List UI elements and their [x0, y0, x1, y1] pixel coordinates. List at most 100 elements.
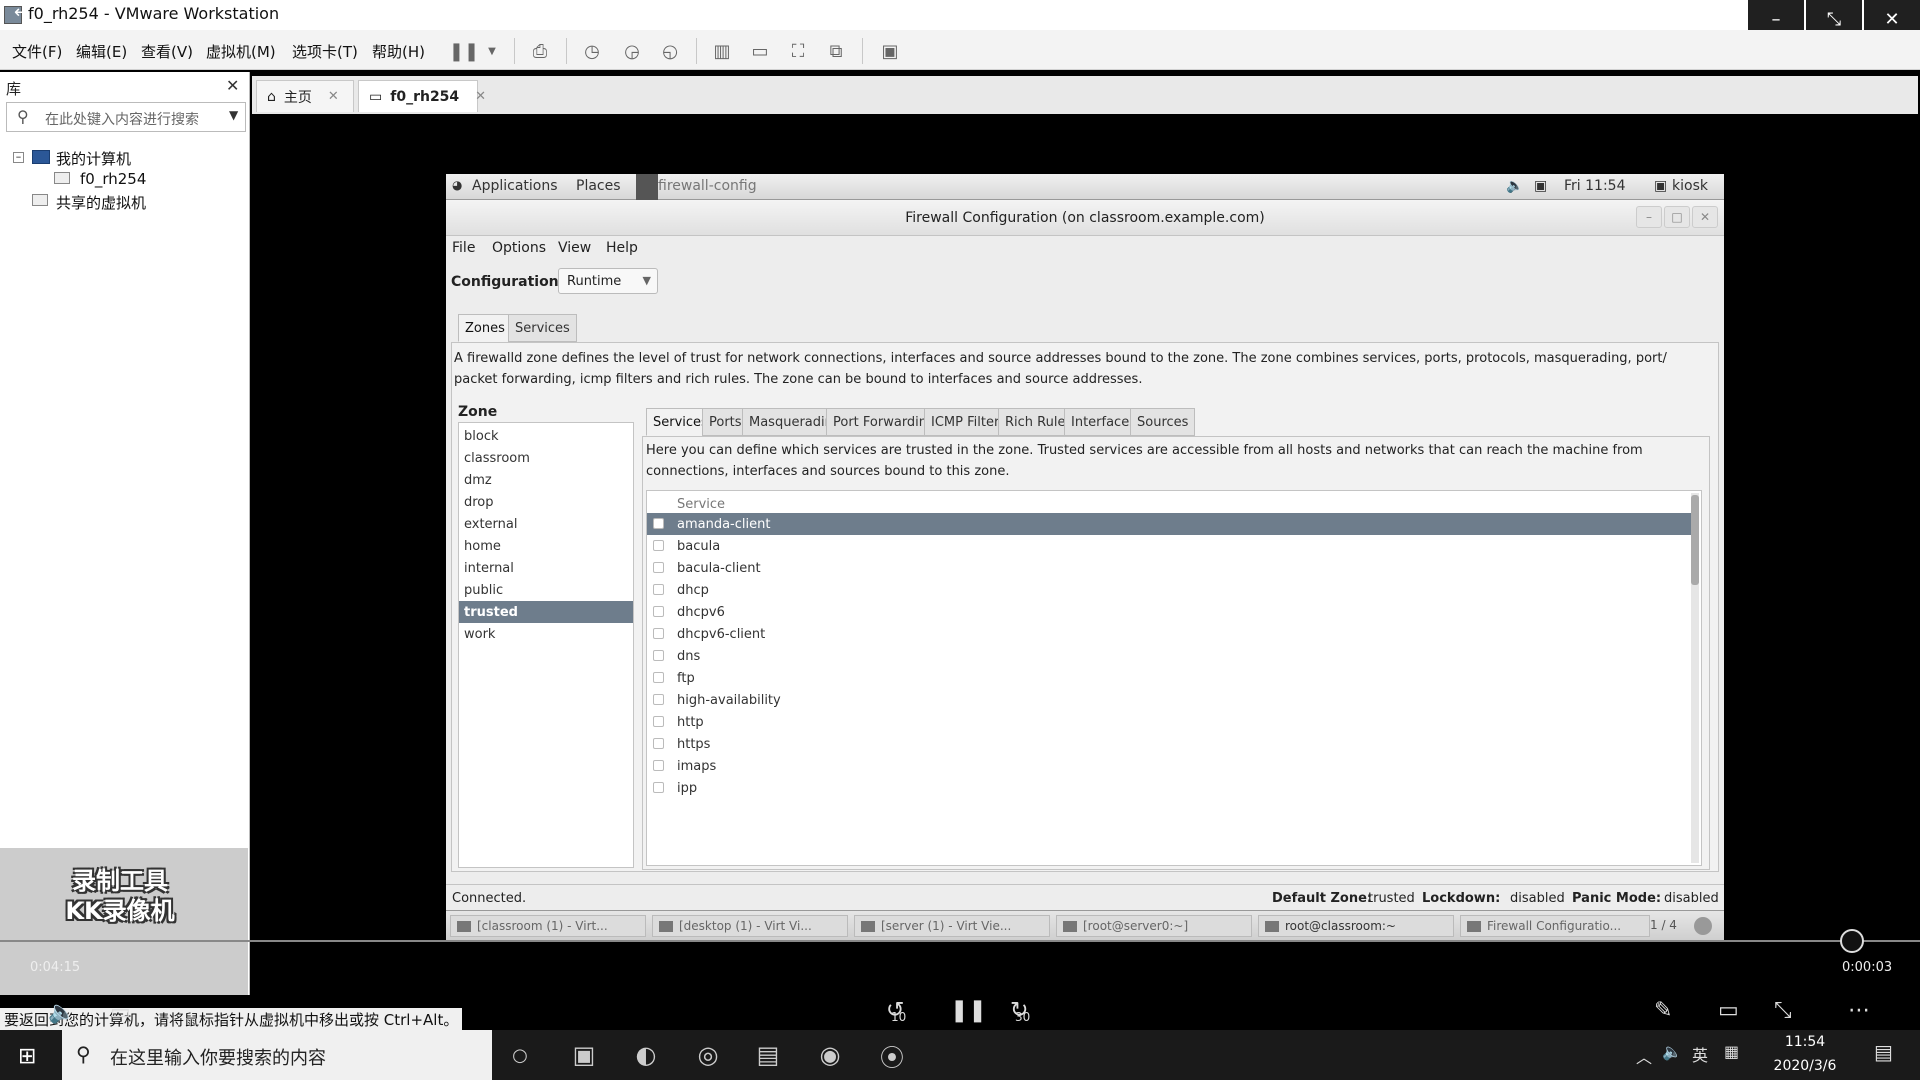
ime-icon[interactable]: ▦: [1724, 1042, 1739, 1061]
screen-icon[interactable]: ▭: [1718, 998, 1739, 1023]
service-row-ftp[interactable]: ftp: [647, 667, 1691, 689]
service-checkbox[interactable]: [653, 650, 664, 661]
menu-vm[interactable]: 虚拟机(M): [206, 41, 276, 62]
wechat-icon[interactable]: ◎: [690, 1038, 726, 1072]
service-checkbox[interactable]: [653, 760, 664, 771]
menu-file[interactable]: 文件(F): [12, 41, 62, 62]
service-checkbox[interactable]: [653, 716, 664, 727]
service-checkbox[interactable]: [653, 672, 664, 683]
menu-tabs[interactable]: 选项卡(T): [292, 41, 358, 62]
window-list-item-active[interactable]: Firewall Configuratio...: [1460, 915, 1650, 937]
service-row-imaps[interactable]: imaps: [647, 755, 1691, 777]
service-row-amanda-client[interactable]: amanda-client: [647, 513, 1691, 535]
services-scrollbar[interactable]: [1691, 493, 1699, 863]
start-icon[interactable]: ⊞: [18, 1044, 36, 1069]
configuration-select[interactable]: Runtime ▼: [558, 268, 658, 294]
window-list-item[interactable]: root@classroom:~: [1258, 915, 1454, 937]
power-dropdown-icon[interactable]: ▼: [478, 38, 506, 64]
thumbnail-bar-icon[interactable]: ▭: [746, 38, 774, 64]
zone-item-drop[interactable]: drop: [459, 491, 633, 513]
workspace-indicator[interactable]: 1 / 4: [1650, 918, 1677, 932]
fw-menu-view[interactable]: View: [558, 240, 591, 256]
service-row-bacula-client[interactable]: bacula-client: [647, 557, 1691, 579]
applications-menu[interactable]: Applications: [472, 178, 558, 194]
send-keys-icon[interactable]: ⎙: [526, 38, 554, 64]
zone-item-internal[interactable]: internal: [459, 557, 633, 579]
window-list-item[interactable]: [server (1) - Virt Vie...: [854, 915, 1050, 937]
service-row-bacula[interactable]: bacula: [647, 535, 1691, 557]
zone-item-block[interactable]: block: [459, 425, 633, 447]
volume-icon[interactable]: 🔈: [1506, 178, 1523, 194]
vmware-taskbar-icon[interactable]: ▤: [750, 1038, 786, 1072]
fullscreen-icon[interactable]: ⛶: [784, 38, 812, 64]
service-row-dns[interactable]: dns: [647, 645, 1691, 667]
console-view-icon[interactable]: ▣: [876, 38, 904, 64]
service-row-https[interactable]: https: [647, 733, 1691, 755]
tab-vm[interactable]: ▭ f0_rh254 ✕: [358, 80, 486, 112]
snapshot-manager-icon[interactable]: ◵: [656, 38, 684, 64]
subtab-sources[interactable]: Sources: [1130, 408, 1196, 436]
tree-item-shared[interactable]: 共享的虚拟机: [56, 192, 146, 213]
tree-item-my-computer[interactable]: 我的计算机: [56, 148, 131, 169]
fw-maximize-button[interactable]: □: [1664, 206, 1690, 228]
menu-edit[interactable]: 编辑(E): [76, 41, 127, 62]
service-checkbox[interactable]: [653, 518, 664, 529]
active-app-label[interactable]: firewall-config: [658, 178, 757, 194]
scrollbar-thumb[interactable]: [1691, 495, 1699, 585]
service-checkbox[interactable]: [653, 606, 664, 617]
zone-item-classroom[interactable]: classroom: [459, 447, 633, 469]
volume-icon[interactable]: 🔈: [48, 1000, 75, 1025]
qq-icon[interactable]: ◉: [812, 1038, 848, 1072]
menu-help[interactable]: 帮助(H): [372, 41, 425, 62]
video-seek-bar[interactable]: [0, 940, 1920, 942]
volume-tray-icon[interactable]: 🔈: [1662, 1042, 1682, 1061]
pause-icon[interactable]: ❚❚: [449, 38, 479, 64]
service-row-ipp[interactable]: ipp: [647, 777, 1691, 799]
tray-expand-icon[interactable]: ︿: [1636, 1044, 1652, 1068]
service-checkbox[interactable]: [653, 584, 664, 595]
fw-menu-file[interactable]: File: [452, 240, 475, 256]
library-search-input[interactable]: ⚲ 在此处键入内容进行搜索 ▼: [6, 102, 246, 132]
clock[interactable]: Fri 11:54: [1564, 178, 1625, 194]
service-checkbox[interactable]: [653, 628, 664, 639]
zone-item-home[interactable]: home: [459, 535, 633, 557]
show-library-icon[interactable]: ▥: [708, 38, 736, 64]
service-checkbox[interactable]: [653, 738, 664, 749]
places-menu[interactable]: Places: [576, 178, 621, 194]
service-checkbox[interactable]: [653, 562, 664, 573]
fw-menu-options[interactable]: Options: [492, 240, 546, 256]
seek-handle[interactable]: [1840, 929, 1864, 953]
tree-item-vm[interactable]: f0_rh254: [80, 170, 146, 188]
zone-item-trusted[interactable]: trusted: [459, 601, 633, 623]
service-checkbox[interactable]: [653, 694, 664, 705]
tab-close-icon[interactable]: ✕: [328, 89, 339, 104]
fw-menu-help[interactable]: Help: [606, 240, 638, 256]
service-column-header[interactable]: Service: [677, 497, 725, 512]
subtitle-icon[interactable]: ▭: [110, 1000, 131, 1025]
subtab-icmp-filter[interactable]: ICMP Filter: [924, 408, 1007, 436]
service-row-high-availability[interactable]: high-availability: [647, 689, 1691, 711]
revert-snapshot-icon[interactable]: ◶: [618, 38, 646, 64]
service-row-dhcpv6[interactable]: dhcpv6: [647, 601, 1691, 623]
window-list-item[interactable]: [desktop (1) - Virt Vi...: [652, 915, 848, 937]
fw-minimize-button[interactable]: –: [1636, 206, 1662, 228]
service-checkbox[interactable]: [653, 782, 664, 793]
service-checkbox[interactable]: [653, 540, 664, 551]
zone-item-work[interactable]: work: [459, 623, 633, 645]
tab-home[interactable]: ⌂ 主页 ✕: [256, 80, 354, 112]
library-close-icon[interactable]: ✕: [226, 76, 239, 95]
input-language[interactable]: 英: [1692, 1042, 1708, 1066]
minimize-player-icon[interactable]: ⤡: [1774, 998, 1792, 1023]
app-icon[interactable]: ▣: [566, 1038, 602, 1072]
pause-icon[interactable]: ❚❚: [950, 998, 987, 1023]
search-dropdown-icon[interactable]: ▼: [229, 108, 238, 122]
window-list-item[interactable]: [root@server0:~]: [1056, 915, 1252, 937]
menu-view[interactable]: 查看(V): [141, 41, 193, 62]
tab-zones[interactable]: Zones: [458, 314, 512, 342]
service-row-dhcpv6-client[interactable]: dhcpv6-client: [647, 623, 1691, 645]
tab-services[interactable]: Services: [508, 314, 577, 342]
pen-icon[interactable]: ✎: [1654, 998, 1672, 1023]
more-icon[interactable]: ⋯: [1848, 998, 1870, 1023]
fw-close-button[interactable]: ✕: [1692, 206, 1718, 228]
taskbar-time[interactable]: 11:54: [1770, 1034, 1840, 1050]
